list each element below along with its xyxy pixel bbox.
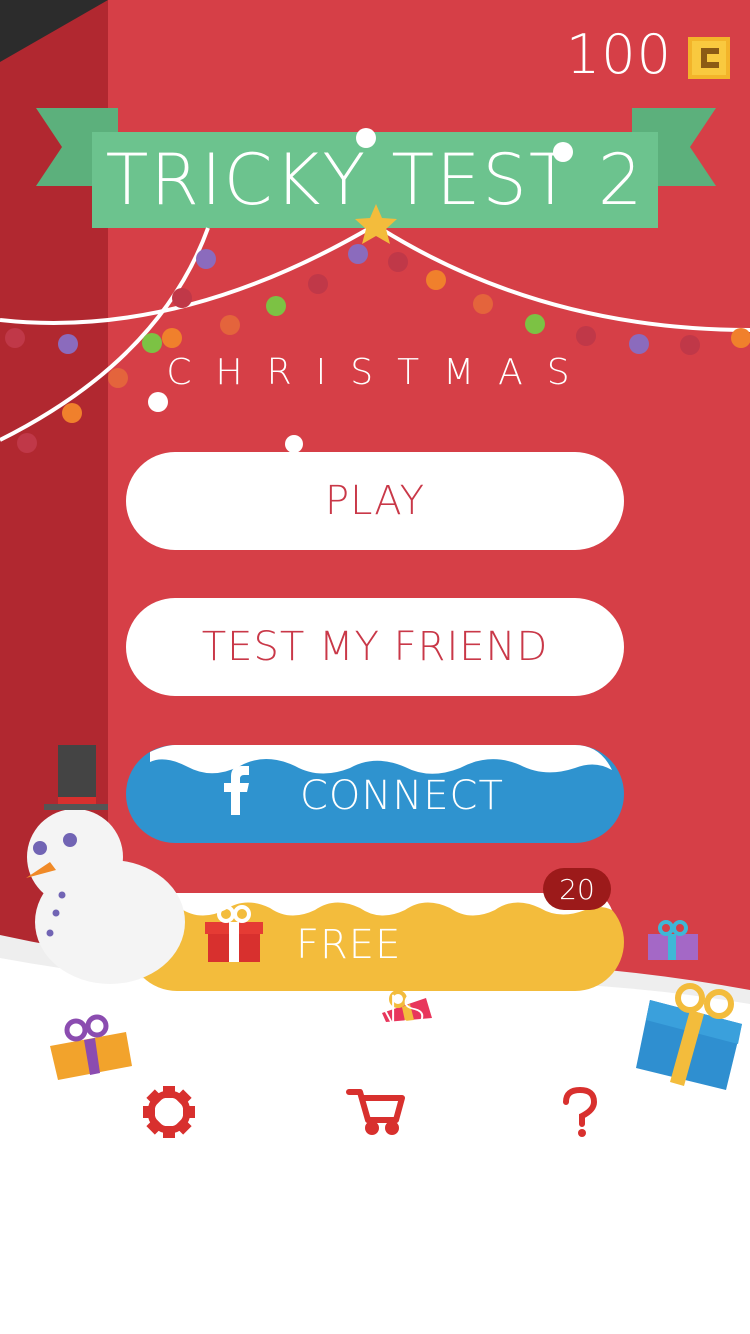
free-coins-badge-count: 20 (559, 873, 595, 906)
test-my-friend-button[interactable]: TEST MY FRIEND (126, 598, 624, 696)
play-button[interactable]: PLAY (126, 452, 624, 550)
coin-block-icon (688, 37, 730, 79)
connect-label: CONNECT (300, 773, 504, 819)
free-coins-label: FREE COINS (296, 922, 428, 1034)
gear-icon[interactable] (143, 1086, 195, 1138)
game-subtitle: CHRISTMAS (166, 352, 594, 393)
game-title: TRICKY TEST 2 (105, 139, 645, 221)
coin-counter: 100 (565, 23, 672, 86)
